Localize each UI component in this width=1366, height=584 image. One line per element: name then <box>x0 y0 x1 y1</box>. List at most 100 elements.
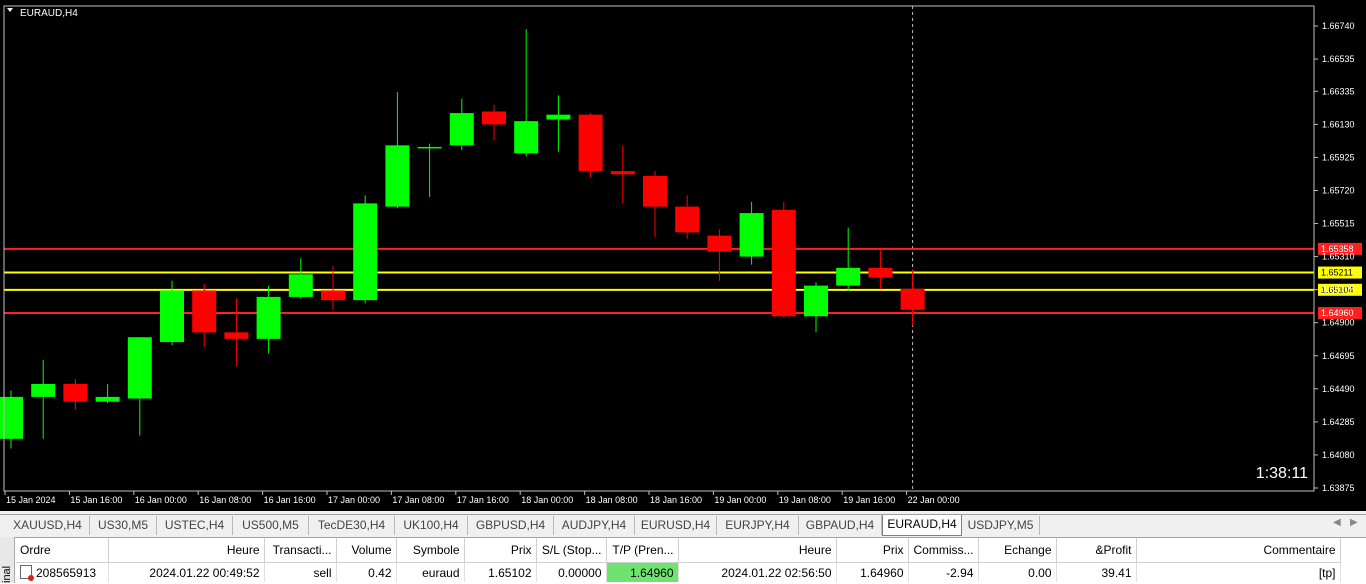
chart-menu-arrow-icon[interactable] <box>7 8 13 12</box>
tab-scroll-left-icon[interactable]: ◀ <box>1333 517 1341 528</box>
column-header[interactable]: Ordre <box>16 538 109 563</box>
chart-title: EURAUD,H4 <box>20 8 78 19</box>
candle-body <box>675 206 700 233</box>
column-header[interactable]: Heure <box>108 538 265 563</box>
x-tick-label: 16 Jan 00:00 <box>135 495 187 505</box>
table-header-row: Ordre Heure Transacti... Volume Symbole Prix S… <box>16 538 1341 563</box>
candle-body <box>610 171 635 175</box>
candle-body <box>643 175 667 207</box>
y-tick-label: 1.65515 <box>1322 219 1355 229</box>
x-tick-label: 17 Jan 00:00 <box>328 495 380 505</box>
y-tick-label: 1.64080 <box>1322 450 1355 460</box>
order-sell-icon <box>20 565 34 581</box>
table-cell: -2.94 <box>908 562 979 582</box>
candle-body <box>160 290 184 343</box>
tab-audjpy-h4[interactable]: AUDJPY,H4 <box>554 516 635 535</box>
column-header[interactable]: Commentaire <box>1136 538 1341 563</box>
price-level-label: 1.64960 <box>1321 308 1354 318</box>
candle-body <box>868 267 893 278</box>
table-cell: 208565913 <box>16 562 109 582</box>
y-tick-label: 1.66335 <box>1322 86 1355 96</box>
terminal-side-label[interactable]: inal <box>0 537 15 583</box>
candle-body <box>900 288 925 310</box>
candle-body <box>385 145 410 207</box>
table-cell: 0.42 <box>336 562 397 582</box>
tab-gbpusd-h4[interactable]: GBPUSD,H4 <box>468 516 554 535</box>
table-cell: sell <box>264 562 337 582</box>
table-cell: 0.00 <box>978 562 1057 582</box>
tab-scroll-right-icon[interactable]: ▶ <box>1350 517 1358 528</box>
chart-area[interactable]: 1.65358 1.65211 1.65104 1.64960 1.66740 1.66… <box>0 0 1366 511</box>
candle-body <box>192 290 217 333</box>
y-tick-label: 1.65105 <box>1322 285 1355 295</box>
tab-xauusd-h4[interactable]: XAUUSD,H4 <box>6 516 90 535</box>
table-cell: 2024.01.22 02:56:50 <box>678 562 837 582</box>
candle-body <box>514 121 539 154</box>
table-cell: 1.64960 <box>836 562 909 582</box>
y-tick-label: 1.64285 <box>1322 417 1355 427</box>
table-cell: [tp] <box>1136 562 1341 582</box>
column-header[interactable]: Heure <box>678 538 837 563</box>
x-tick-label: 15 Jan 2024 <box>6 495 56 505</box>
candle-body <box>95 396 120 402</box>
column-header[interactable]: Prix <box>464 538 537 563</box>
y-tick-label: 1.64900 <box>1322 318 1355 328</box>
candle-body <box>127 337 152 399</box>
y-tick-label: 1.66535 <box>1322 54 1355 64</box>
x-tick-label: 18 Jan 00:00 <box>521 495 573 505</box>
chart-tabs: XAUUSD,H4 US30,M5 USTEC,H4 US500,M5 TecDE30,… <box>0 514 1366 537</box>
y-tick-label: 1.64490 <box>1322 384 1355 394</box>
candle-body <box>546 114 571 120</box>
column-header[interactable]: Symbole <box>396 538 465 563</box>
candle-body <box>417 146 442 149</box>
y-tick-label: 1.65925 <box>1322 152 1355 162</box>
candle-body <box>353 203 378 301</box>
y-tick-label: 1.63875 <box>1322 483 1355 493</box>
column-header[interactable]: Prix <box>836 538 909 563</box>
tab-ustec-h4[interactable]: USTEC,H4 <box>157 516 233 535</box>
column-header[interactable]: T/P (Pren... <box>606 538 679 563</box>
y-tick-label: 1.65720 <box>1322 185 1355 195</box>
column-header[interactable]: Volume <box>336 538 397 563</box>
candle-body <box>63 383 88 402</box>
table-cell: 39.41 <box>1056 562 1137 582</box>
x-tick-label: 18 Jan 16:00 <box>650 495 702 505</box>
tab-us30-m5[interactable]: US30,M5 <box>90 516 157 535</box>
candle-body <box>707 235 732 252</box>
column-header[interactable]: Transacti... <box>264 538 337 563</box>
x-tick-label: 16 Jan 08:00 <box>199 495 251 505</box>
table-cell: 2024.01.22 00:49:52 <box>108 562 265 582</box>
x-tick-label: 15 Jan 16:00 <box>70 495 122 505</box>
y-tick-label: 1.65310 <box>1322 252 1355 262</box>
price-level-label: 1.65211 <box>1321 268 1353 278</box>
candle-body <box>256 296 281 339</box>
history-table: Ordre Heure Transacti... Volume Symbole Prix S… <box>16 538 1341 582</box>
tab-tecde30-h4[interactable]: TecDE30,H4 <box>309 516 395 535</box>
column-header[interactable]: S/L (Stop... <box>536 538 607 563</box>
table-row[interactable]: 208565913 2024.01.22 00:49:52 sell 0.42 eura… <box>16 562 1341 582</box>
x-tick-label: 17 Jan 16:00 <box>457 495 509 505</box>
candle-body <box>31 383 56 397</box>
candle-body <box>449 113 474 146</box>
table-cell: euraud <box>396 562 465 582</box>
candle-body <box>578 114 603 172</box>
table-cell: 1.65102 <box>464 562 537 582</box>
tab-us500-m5[interactable]: US500,M5 <box>233 516 309 535</box>
candle-body <box>836 267 861 286</box>
column-header[interactable]: Commiss... <box>908 538 979 563</box>
column-header[interactable]: Echange <box>978 538 1057 563</box>
tab-usdjpy-m5[interactable]: USDJPY,M5 <box>962 516 1040 535</box>
x-tick-label: 22 Jan 00:00 <box>908 495 960 505</box>
x-tick-label: 19 Jan 08:00 <box>779 495 831 505</box>
tab-uk100-h4[interactable]: UK100,H4 <box>395 516 468 535</box>
tab-gbpaud-h4[interactable]: GBPAUD,H4 <box>799 516 882 535</box>
tab-euraud-h4[interactable]: EURAUD,H4 <box>882 515 962 536</box>
column-header[interactable]: &Profit <box>1056 538 1137 563</box>
tab-eurusd-h4[interactable]: EURUSD,H4 <box>635 516 717 535</box>
tab-eurjpy-h4[interactable]: EURJPY,H4 <box>717 516 799 535</box>
y-tick-label: 1.66130 <box>1322 119 1355 129</box>
table-cell: 0.00000 <box>536 562 607 582</box>
table-cell: 1.64960 <box>606 562 679 582</box>
price-chart[interactable]: 1.653581.652111.651041.64960 1.667401.66… <box>0 0 1366 511</box>
bar-timer: 1:38:11 <box>1256 465 1308 482</box>
